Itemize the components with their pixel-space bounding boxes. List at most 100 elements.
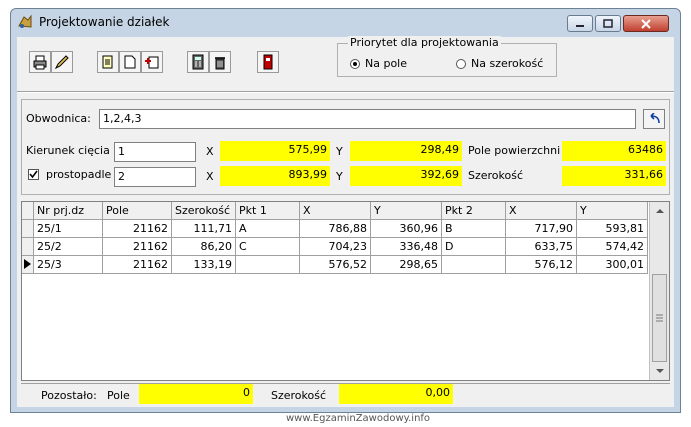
cell-area[interactable]: 21162	[103, 238, 172, 256]
scroll-thumb[interactable]	[652, 274, 667, 362]
x1-value: 575,99	[220, 141, 330, 161]
row-pointer-icon	[24, 259, 31, 269]
cut-point1-input[interactable]: 1	[114, 142, 196, 162]
width-label: Szerokość	[468, 169, 524, 182]
cell-y2[interactable]: 574,42	[577, 238, 648, 256]
delete-button[interactable]	[209, 51, 231, 73]
remaining-label: Pozostało:	[41, 389, 97, 402]
copy-button[interactable]	[97, 51, 119, 73]
column-header[interactable]: Y	[577, 202, 648, 220]
column-header[interactable]: X	[300, 202, 371, 220]
cell-x1[interactable]: 576,52	[300, 256, 371, 274]
row-indicator	[22, 220, 34, 238]
close-icon	[641, 18, 651, 29]
cut-direction-label: Kierunek cięcia	[26, 144, 110, 157]
cell-area[interactable]: 21162	[103, 256, 172, 274]
cell-number[interactable]: 25/2	[34, 238, 103, 256]
trash-icon	[215, 57, 225, 70]
calculator-icon	[192, 54, 204, 70]
table-row[interactable]: 25/3 21162 133,19 576,52 298,65 576,12 3…	[22, 256, 648, 274]
maximize-button[interactable]	[595, 15, 621, 32]
cell-y2[interactable]: 593,81	[577, 220, 648, 238]
checkmark-icon	[29, 170, 38, 179]
close-button[interactable]	[623, 15, 669, 32]
cell-width[interactable]: 133,19	[172, 256, 236, 274]
bypass-input[interactable]: 1,2,4,3	[99, 109, 636, 129]
cell-x1[interactable]: 704,23	[300, 238, 371, 256]
cell-y1[interactable]: 336,48	[371, 238, 442, 256]
cell-y1[interactable]: 298,65	[371, 256, 442, 274]
cell-x2[interactable]: 576,12	[506, 256, 577, 274]
title-bar[interactable]: Projektowanie działek	[11, 9, 680, 35]
row-indicator	[22, 238, 34, 256]
cell-point1[interactable]	[236, 256, 300, 274]
cell-area[interactable]: 21162	[103, 220, 172, 238]
cell-y2[interactable]: 300,01	[577, 256, 648, 274]
window-title: Projektowanie działek	[39, 15, 170, 29]
document-copy-icon	[102, 55, 113, 69]
exit-button[interactable]	[257, 51, 279, 73]
cut-point2-input[interactable]: 2	[114, 167, 196, 187]
y2-value: 392,69	[350, 166, 462, 186]
pencil-icon	[54, 55, 69, 70]
table-row[interactable]: 25/1 21162 111,71 A 786,88 360,96 B 717,…	[22, 220, 648, 238]
undo-button[interactable]	[643, 109, 665, 129]
area-label: Pole powierzchni	[468, 144, 561, 157]
new-document-button[interactable]	[119, 51, 141, 73]
watermark: www.EgzaminZawodowy.info	[286, 413, 431, 424]
y1-value: 298,49	[350, 141, 462, 161]
app-window: Projektowanie działek Priorytet dla proj…	[10, 8, 681, 413]
table-header: Nr prj.dz Pole Szerokość Pkt 1 X Y Pkt 2…	[22, 202, 648, 220]
column-header[interactable]: Y	[371, 202, 442, 220]
header-indicator	[22, 202, 34, 220]
print-button[interactable]	[29, 51, 51, 73]
column-header[interactable]: Pkt 1	[236, 202, 300, 220]
vertical-scrollbar[interactable]	[649, 202, 669, 380]
y1-label: Y	[336, 145, 343, 158]
column-header[interactable]: X	[506, 202, 577, 220]
draw-button[interactable]	[51, 51, 73, 73]
cell-point2[interactable]: D	[442, 238, 506, 256]
priority-area-radio[interactable]: Na pole	[350, 57, 407, 70]
cell-point1[interactable]: A	[236, 220, 300, 238]
cell-width[interactable]: 111,71	[172, 220, 236, 238]
remaining-width-value: 0,00	[339, 384, 453, 404]
add-document-button[interactable]	[141, 51, 163, 73]
column-header[interactable]: Pkt 2	[442, 202, 506, 220]
cell-x2[interactable]: 717,90	[506, 220, 577, 238]
column-header[interactable]: Szerokość	[172, 202, 236, 220]
column-header[interactable]: Pole	[103, 202, 172, 220]
new-document-icon	[124, 55, 136, 69]
parameters-panel: Obwodnica: 1,2,4,3 Kierunek cięcia 1 X 5…	[21, 99, 670, 195]
exit-door-icon	[263, 54, 273, 70]
table-row[interactable]: 25/2 21162 86,20 C 704,23 336,48 D 633,7…	[22, 238, 648, 256]
area-value: 63486	[562, 141, 666, 161]
cell-number[interactable]: 25/3	[34, 256, 103, 274]
app-icon	[18, 14, 32, 28]
cell-point2[interactable]	[442, 256, 506, 274]
column-header[interactable]: Nr prj.dz	[34, 202, 103, 220]
remaining-width-label: Szerokość	[271, 389, 327, 402]
cell-x2[interactable]: 633,75	[506, 238, 577, 256]
cell-width[interactable]: 86,20	[172, 238, 236, 256]
parcels-table: Nr prj.dz Pole Szerokość Pkt 1 X Y Pkt 2…	[21, 201, 670, 381]
bypass-label: Obwodnica:	[26, 112, 91, 125]
minimize-button[interactable]	[567, 15, 593, 32]
add-document-icon	[145, 56, 159, 69]
perpendicular-checkbox[interactable]	[28, 169, 39, 180]
cell-y1[interactable]: 360,96	[371, 220, 442, 238]
cell-number[interactable]: 25/1	[34, 220, 103, 238]
maximize-icon	[603, 19, 613, 28]
priority-width-label: Na szerokość	[471, 57, 544, 70]
x1-label: X	[206, 145, 214, 158]
cell-point2[interactable]: B	[442, 220, 506, 238]
remaining-area-label: Pole	[107, 389, 130, 402]
minimize-icon	[576, 24, 584, 27]
cell-x1[interactable]: 786,88	[300, 220, 371, 238]
main-panel: Priorytet dla projektowania Na pole Na s…	[17, 36, 674, 407]
priority-area-label: Na pole	[365, 57, 408, 70]
current-row-indicator	[22, 256, 34, 274]
calculator-button[interactable]	[187, 51, 209, 73]
cell-point1[interactable]: C	[236, 238, 300, 256]
priority-width-radio[interactable]: Na szerokość	[456, 57, 543, 70]
